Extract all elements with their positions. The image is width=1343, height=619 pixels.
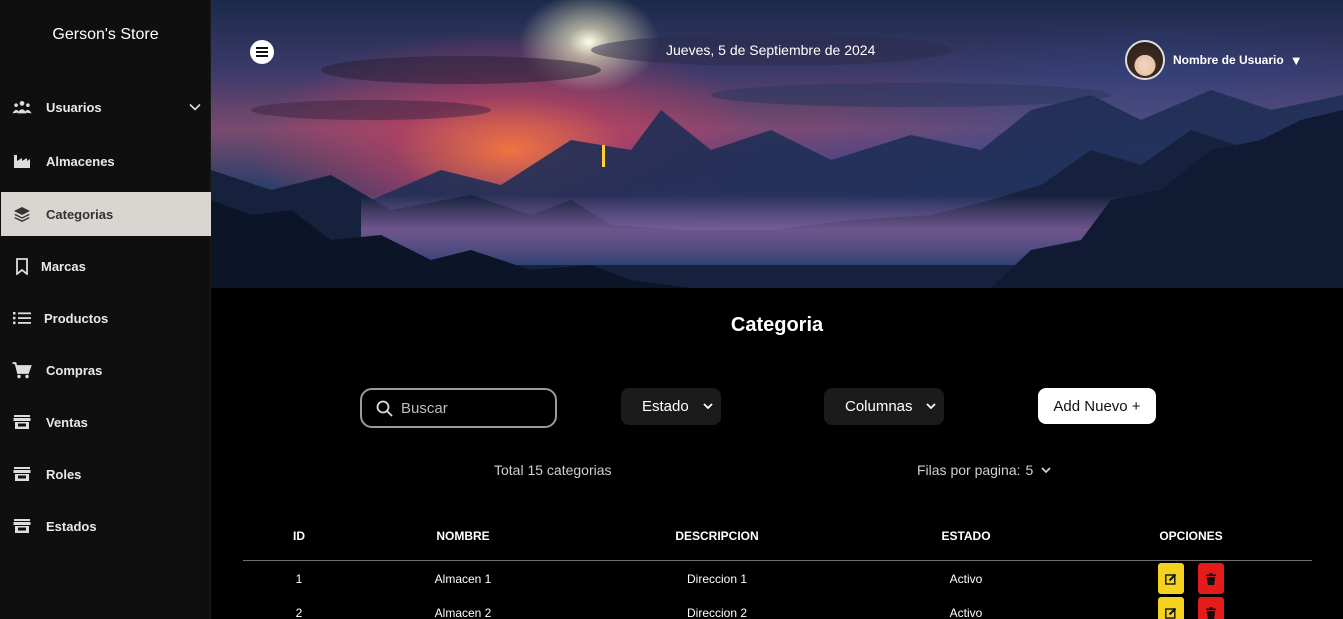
cell-descripcion: Direccion 1 xyxy=(686,572,748,586)
avatar xyxy=(1125,40,1165,80)
list-icon xyxy=(12,308,32,328)
header-banner: Jueves, 5 de Septiembre de 2024 Nombre d… xyxy=(211,0,1343,288)
estado-select-label: Estado xyxy=(642,398,689,415)
store-icon xyxy=(12,412,32,432)
brand-title: Gerson's Store xyxy=(52,26,159,43)
sidebar-item-productos[interactable]: Productos xyxy=(1,296,211,340)
hamburger-menu-button[interactable] xyxy=(250,40,274,64)
trash-icon xyxy=(1206,606,1216,619)
sidebar-item-label: Productos xyxy=(44,310,109,326)
sidebar-item-ventas[interactable]: Ventas xyxy=(1,400,211,444)
columnas-select-label: Columnas xyxy=(845,398,913,415)
edit-button[interactable] xyxy=(1158,563,1184,594)
sidebar-item-label: Ventas xyxy=(46,414,88,430)
trash-icon xyxy=(1206,572,1216,585)
delete-button[interactable] xyxy=(1198,563,1224,594)
sidebar-item-label: Almacenes xyxy=(46,153,115,169)
cart-icon xyxy=(12,360,32,380)
user-menu[interactable]: Nombre de Usuario ▼ xyxy=(1125,40,1303,80)
column-header-id: ID xyxy=(293,529,305,543)
users-group-icon xyxy=(12,97,32,117)
rows-per-page-label: Filas por pagina: xyxy=(917,462,1021,478)
user-name: Nombre de Usuario xyxy=(1173,53,1284,67)
search-box[interactable] xyxy=(360,388,557,428)
cell-nombre: Almacen 1 xyxy=(434,572,492,586)
layers-icon xyxy=(12,204,32,224)
current-date: Jueves, 5 de Septiembre de 2024 xyxy=(666,42,876,58)
cell-id: 2 xyxy=(295,606,303,619)
add-new-button[interactable]: Add Nuevo + xyxy=(1038,388,1156,424)
hamburger-icon xyxy=(256,47,268,57)
sidebar-item-almacenes[interactable]: Almacenes xyxy=(1,139,211,183)
edit-button[interactable] xyxy=(1158,597,1184,619)
estado-select[interactable]: Estado xyxy=(621,388,721,425)
sidebar-item-label: Categorias xyxy=(46,206,114,222)
total-count: Total 15 categorias xyxy=(494,462,612,478)
cell-descripcion: Direccion 2 xyxy=(686,606,748,619)
sidebar-item-marcas[interactable]: Marcas xyxy=(1,244,211,288)
sidebar-item-label: Roles xyxy=(46,466,82,482)
search-input[interactable] xyxy=(401,399,541,417)
sidebar-item-roles[interactable]: Roles xyxy=(1,452,211,496)
sidebar-item-label: Usuarios xyxy=(46,99,102,115)
table-row: 1 Almacen 1 Direccion 1 Activo xyxy=(243,561,1312,595)
chevron-down-icon xyxy=(926,403,936,410)
bookmark-icon xyxy=(12,256,32,276)
caret-down-icon: ▼ xyxy=(1289,52,1303,68)
column-header-nombre: NOMBRE xyxy=(436,529,490,543)
cell-estado: Activo xyxy=(949,572,983,586)
sidebar-item-label: Marcas xyxy=(41,258,86,274)
edit-icon xyxy=(1165,607,1177,619)
cell-id: 1 xyxy=(295,572,303,586)
store-icon xyxy=(12,516,32,536)
column-header-opciones: OPCIONES xyxy=(1159,529,1223,543)
cell-estado: Activo xyxy=(949,606,983,619)
edit-icon xyxy=(1165,573,1177,585)
rows-per-page[interactable]: Filas por pagina: 5 xyxy=(917,462,1051,478)
sidebar-item-label: Compras xyxy=(46,362,103,378)
sidebar-item-label: Estados xyxy=(46,518,97,534)
rows-per-page-value: 5 xyxy=(1025,462,1034,478)
chevron-down-icon xyxy=(189,99,201,114)
cell-nombre: Almacen 2 xyxy=(434,606,492,619)
sidebar: Gerson's Store Usuarios Almacenes Catego… xyxy=(0,0,211,619)
search-icon xyxy=(376,400,393,417)
store-icon xyxy=(12,464,32,484)
page-title: Categoria xyxy=(730,314,824,336)
delete-button[interactable] xyxy=(1198,597,1224,619)
sidebar-item-compras[interactable]: Compras xyxy=(1,348,211,392)
table-header: ID NOMBRE DESCRIPCION ESTADO OPCIONES xyxy=(243,520,1312,561)
factory-icon xyxy=(12,151,32,171)
chevron-down-icon xyxy=(1041,466,1051,473)
column-header-estado: ESTADO xyxy=(941,529,991,543)
chevron-down-icon xyxy=(703,403,713,410)
columnas-select[interactable]: Columnas xyxy=(824,388,944,425)
table-row: 2 Almacen 2 Direccion 2 Activo xyxy=(243,595,1312,619)
sidebar-item-categorias[interactable]: Categorias xyxy=(1,192,211,236)
column-header-descripcion: DESCRIPCION xyxy=(675,529,759,543)
sidebar-item-estados[interactable]: Estados xyxy=(1,504,211,548)
sidebar-item-usuarios[interactable]: Usuarios xyxy=(1,85,211,129)
